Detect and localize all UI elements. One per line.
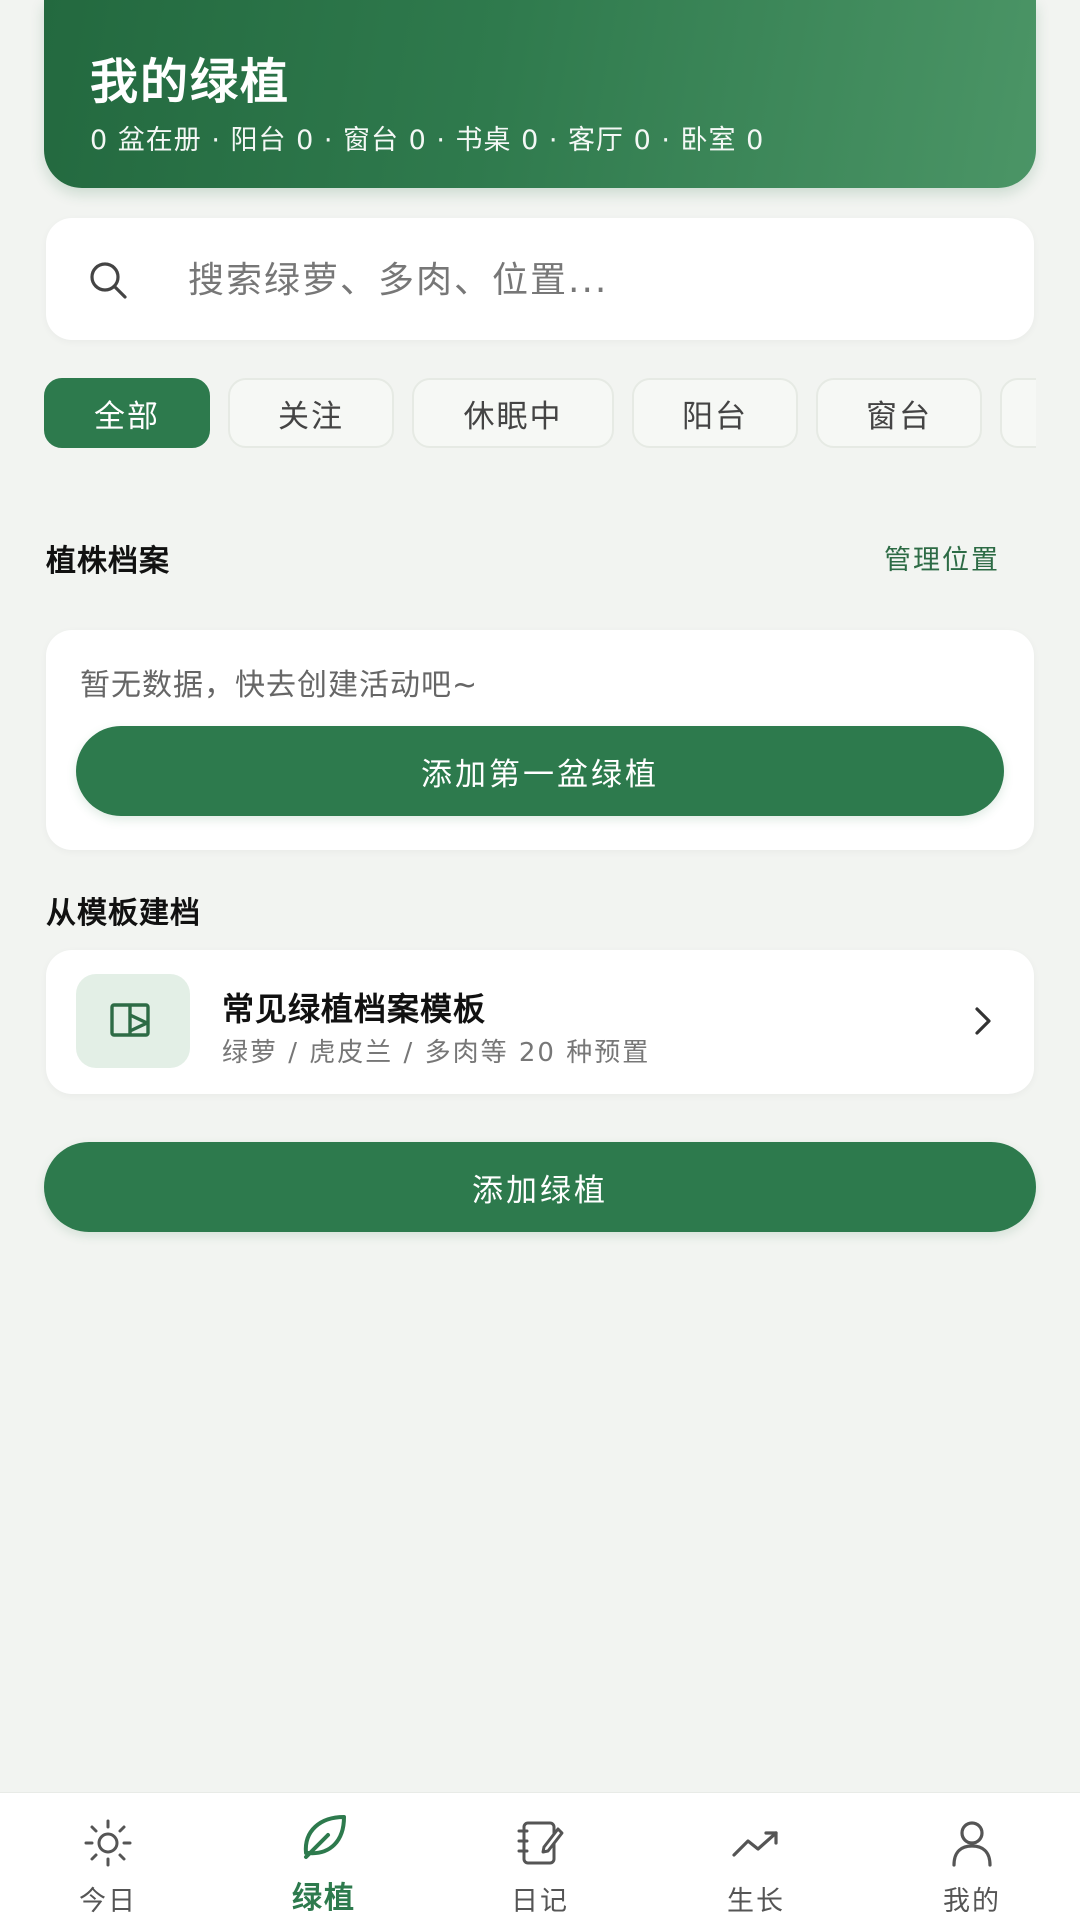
tab-label-plants: 绿植: [292, 1881, 356, 1916]
filter-chips: 全部 关注 休眠中 阳台 窗台: [44, 378, 1036, 452]
notebook-icon: [517, 1821, 564, 1865]
filter-chip-followed[interactable]: 关注: [228, 378, 394, 448]
filter-chip-windowsill[interactable]: 窗台: [816, 378, 982, 448]
search-input[interactable]: [186, 246, 990, 314]
tab-label-growth: 生长: [727, 1886, 785, 1917]
add-first-plant-button[interactable]: 添加第一盆绿植: [76, 726, 1004, 816]
filter-chip-dormant[interactable]: 休眠中: [412, 378, 614, 448]
search-bar[interactable]: [46, 218, 1034, 340]
add-plant-button[interactable]: 添加绿植: [44, 1142, 1036, 1232]
manage-locations-link[interactable]: 管理位置: [884, 538, 1000, 577]
tab-profile[interactable]: 我的: [864, 1793, 1080, 1921]
tab-today[interactable]: 今日: [0, 1793, 216, 1921]
tab-plants[interactable]: 绿植: [216, 1793, 432, 1921]
filter-chip-all[interactable]: 全部: [44, 378, 210, 448]
plants-section-title: 植株档案: [46, 544, 170, 579]
template-subtitle: 绿萝 / 虎皮兰 / 多肉等 20 种预置: [222, 1038, 651, 1068]
template-card[interactable]: 常见绿植档案模板 绿萝 / 虎皮兰 / 多肉等 20 种预置: [46, 950, 1034, 1094]
trend-up-icon: [732, 1831, 778, 1857]
filter-chip-more[interactable]: [1000, 378, 1036, 448]
bottom-tab-bar: 今日 绿植 日记 生长 我的: [0, 1792, 1080, 1921]
tab-label-today: 今日: [79, 1886, 137, 1917]
chevron-right-icon: [975, 1007, 991, 1035]
page-title: 我的绿植: [90, 54, 291, 110]
tab-diary[interactable]: 日记: [432, 1793, 648, 1921]
empty-plants-card: 暂无数据，快去创建活动吧~ 添加第一盆绿植: [46, 630, 1034, 850]
user-icon: [952, 1821, 992, 1867]
template-book-icon: [76, 974, 190, 1068]
sun-icon: [84, 1819, 132, 1867]
empty-state-text: 暂无数据，快去创建活动吧~: [80, 668, 479, 703]
search-icon: [90, 262, 127, 299]
tab-label-diary: 日记: [511, 1886, 569, 1917]
filter-chip-balcony[interactable]: 阳台: [632, 378, 798, 448]
plant-summary: 0 盆在册 · 阳台 0 · 窗台 0 · 书桌 0 · 客厅 0 · 卧室 0: [90, 125, 765, 156]
leaf-icon: [303, 1815, 346, 1859]
tab-growth[interactable]: 生长: [648, 1793, 864, 1921]
tab-label-profile: 我的: [943, 1886, 1001, 1917]
header-banner: 我的绿植 0 盆在册 · 阳台 0 · 窗台 0 · 书桌 0 · 客厅 0 ·…: [44, 0, 1036, 188]
template-title: 常见绿植档案模板: [222, 990, 487, 1028]
template-section-title: 从模板建档: [46, 896, 201, 931]
